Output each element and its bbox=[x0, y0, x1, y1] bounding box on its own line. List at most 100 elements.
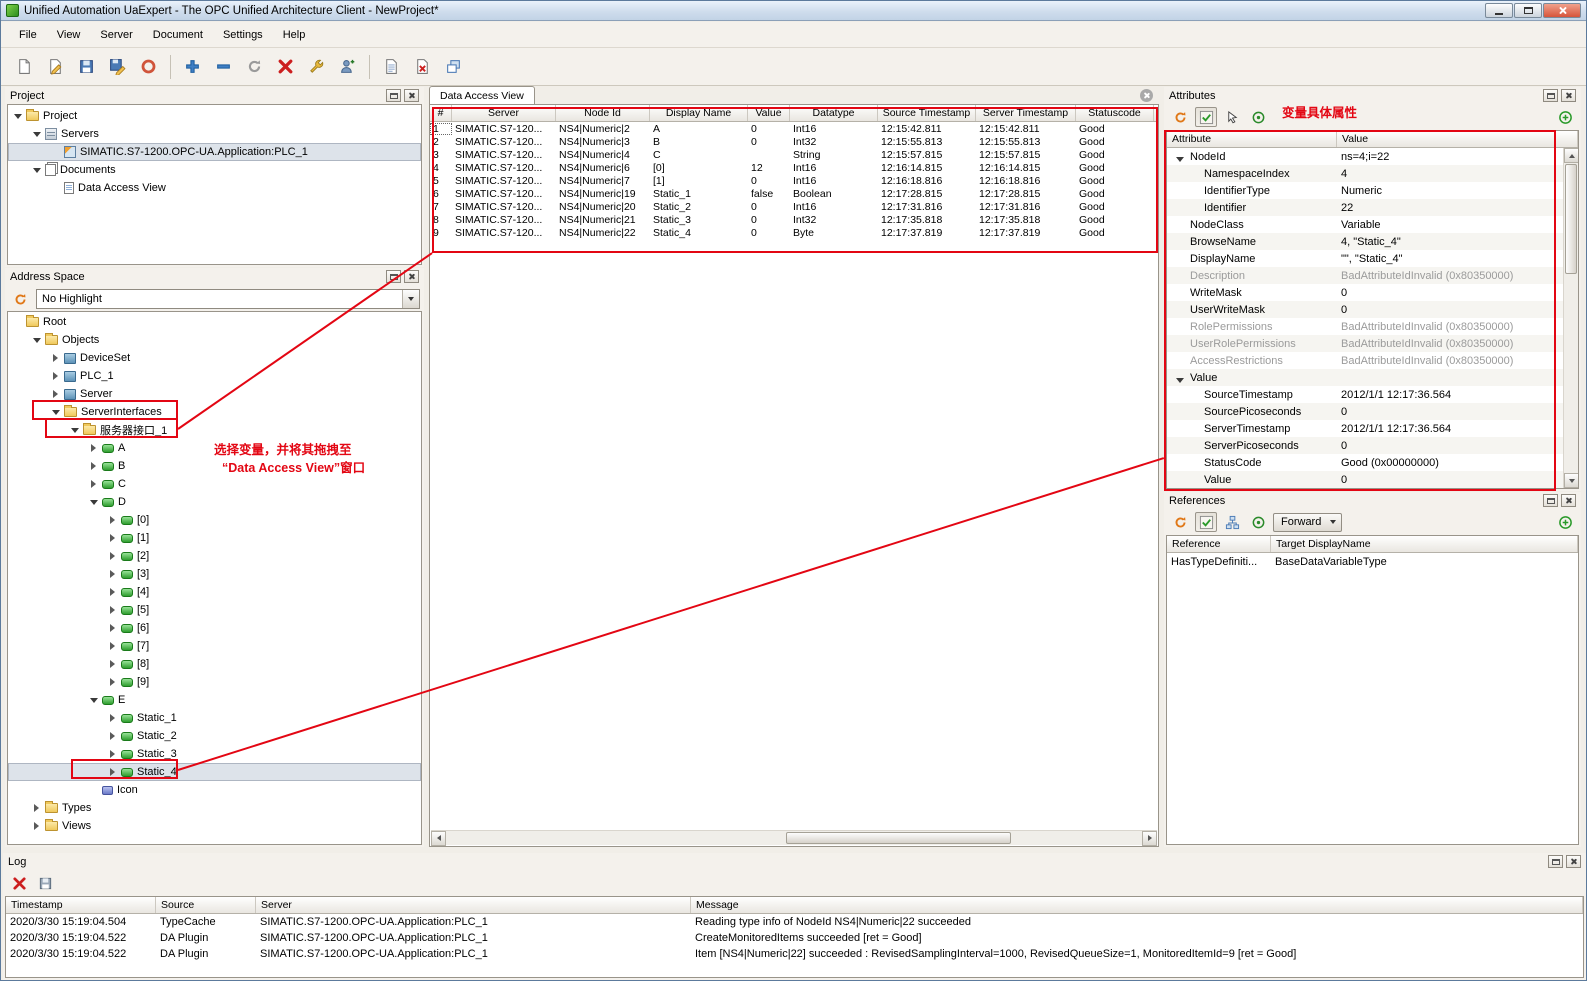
refresh-attributes-button[interactable] bbox=[1169, 107, 1191, 127]
title-bar[interactable]: Unified Automation UaExpert - The OPC Un… bbox=[1, 1, 1586, 21]
tree-item-views[interactable]: Views bbox=[8, 817, 421, 835]
dav-row-2[interactable]: 2 SIMATIC.S7-120... NS4|Numeric|3 B 0 Int32 12… bbox=[430, 135, 1158, 148]
tree-item-data-access-view[interactable]: Data Access View bbox=[8, 179, 421, 197]
close-panel-button[interactable] bbox=[404, 270, 419, 283]
column-header-num[interactable]: # bbox=[430, 105, 452, 121]
column-header-datatype[interactable]: Datatype bbox=[790, 105, 878, 121]
attribute-row-servertimestamp[interactable]: ServerTimestamp 2012/1/1 12:17:36.564 bbox=[1167, 420, 1563, 437]
tree-item-deviceset[interactable]: DeviceSet bbox=[8, 349, 421, 367]
column-header-source-timestamp[interactable]: Source Timestamp bbox=[878, 105, 976, 121]
tree-item-simatic-s7-1200-opc-ua-application-plc-1[interactable]: SIMATIC.S7-1200.OPC-UA.Application:PLC_1 bbox=[8, 143, 421, 161]
add-server-button[interactable] bbox=[177, 52, 208, 82]
maximize-button[interactable] bbox=[1514, 3, 1542, 18]
expand-expander-icon[interactable] bbox=[106, 622, 119, 635]
undock-panel-button[interactable] bbox=[386, 270, 401, 283]
expand-expander-icon[interactable] bbox=[106, 604, 119, 617]
menu-server[interactable]: Server bbox=[90, 25, 142, 45]
tree-item-3[interactable]: [3] bbox=[8, 565, 421, 583]
minimize-button[interactable] bbox=[1485, 3, 1513, 18]
disconnect-server-button[interactable] bbox=[270, 52, 301, 82]
attribute-row-writemask[interactable]: WriteMask 0 bbox=[1167, 284, 1563, 301]
attribute-row-namespaceindex[interactable]: NamespaceIndex 4 bbox=[1167, 165, 1563, 182]
expand-expander-icon[interactable] bbox=[106, 658, 119, 671]
save-log-button[interactable] bbox=[34, 873, 56, 893]
save-button[interactable] bbox=[71, 52, 102, 82]
auto-update-toggle[interactable] bbox=[1195, 107, 1217, 127]
tree-item-serverinterfaces[interactable]: ServerInterfaces bbox=[8, 403, 421, 421]
expand-expander-icon[interactable] bbox=[106, 532, 119, 545]
tree-item-static-2[interactable]: Static_2 bbox=[8, 727, 421, 745]
refresh-address-space-button[interactable] bbox=[9, 289, 31, 309]
scroll-down-button[interactable] bbox=[1564, 473, 1578, 488]
select-mode-button[interactable] bbox=[1221, 107, 1243, 127]
dav-row-7[interactable]: 7 SIMATIC.S7-120... NS4|Numeric|20 Static_2… bbox=[430, 200, 1158, 213]
attribute-row-value[interactable]: Value 0 bbox=[1167, 471, 1563, 488]
tree-item-plc-1[interactable]: PLC_1 bbox=[8, 367, 421, 385]
tree-item-documents[interactable]: Documents bbox=[8, 161, 421, 179]
change-user-button[interactable] bbox=[332, 52, 363, 82]
horizontal-scrollbar[interactable] bbox=[431, 830, 1157, 846]
attribute-row-description[interactable]: Description BadAttributeIdInvalid (0x8035… bbox=[1167, 267, 1563, 284]
expand-expander-icon[interactable] bbox=[87, 478, 100, 491]
attribute-row-userwritemask[interactable]: UserWriteMask 0 bbox=[1167, 301, 1563, 318]
log-row[interactable]: 2020/3/30 15:19:04.522 DA Plugin SIMATIC.S… bbox=[6, 946, 1583, 962]
attribute-row-value[interactable]: Value bbox=[1167, 369, 1563, 386]
attribute-row-identifier[interactable]: Identifier 22 bbox=[1167, 199, 1563, 216]
expand-expander-icon[interactable] bbox=[106, 550, 119, 563]
expand-expander-icon[interactable] bbox=[30, 820, 43, 833]
new-document-button[interactable] bbox=[9, 52, 40, 82]
open-document-button[interactable] bbox=[40, 52, 71, 82]
tree-item-c[interactable]: C bbox=[8, 475, 421, 493]
column-header-timestamp[interactable]: Timestamp bbox=[6, 897, 156, 913]
tree-item-4[interactable]: [4] bbox=[8, 583, 421, 601]
undock-panel-button[interactable] bbox=[1548, 855, 1563, 868]
column-header-displayname[interactable]: Display Name bbox=[650, 105, 748, 121]
dav-row-4[interactable]: 4 SIMATIC.S7-120... NS4|Numeric|6 [0] 12 Int1… bbox=[430, 161, 1158, 174]
expand-expander-icon[interactable] bbox=[49, 352, 62, 365]
undock-panel-button[interactable] bbox=[1543, 494, 1558, 507]
expand-expander-icon[interactable] bbox=[106, 514, 119, 527]
expand-expander-icon[interactable] bbox=[106, 568, 119, 581]
column-header-server[interactable]: Server bbox=[452, 105, 556, 121]
clear-log-button[interactable] bbox=[8, 873, 30, 893]
dav-row-6[interactable]: 6 SIMATIC.S7-120... NS4|Numeric|19 Static_1… bbox=[430, 187, 1158, 200]
reference-direction-select[interactable]: Forward bbox=[1273, 512, 1343, 532]
expand-expander-icon[interactable] bbox=[106, 748, 119, 761]
menu-settings[interactable]: Settings bbox=[213, 25, 273, 45]
expand-expander-icon[interactable] bbox=[106, 676, 119, 689]
tree-item-7[interactable]: [7] bbox=[8, 637, 421, 655]
server-properties-button[interactable] bbox=[301, 52, 332, 82]
expand-expander-icon[interactable] bbox=[106, 712, 119, 725]
collapse-expander-icon[interactable] bbox=[11, 110, 24, 123]
auto-update-toggle[interactable] bbox=[1195, 512, 1217, 532]
collapse-expander-icon[interactable] bbox=[30, 164, 43, 177]
column-header-nodeid[interactable]: Node Id bbox=[556, 105, 650, 121]
column-header-server[interactable]: Server bbox=[256, 897, 691, 913]
close-tab-button[interactable] bbox=[1140, 89, 1153, 102]
attribute-row-identifiertype[interactable]: IdentifierType Numeric bbox=[1167, 182, 1563, 199]
column-header-statuscode[interactable]: Statuscode bbox=[1076, 105, 1154, 121]
attribute-row-browsename[interactable]: BrowseName 4, "Static_4" bbox=[1167, 233, 1563, 250]
tree-item-static-1[interactable]: Static_1 bbox=[8, 709, 421, 727]
add-attribute-button[interactable] bbox=[1554, 107, 1576, 127]
tree-item-static-4[interactable]: Static_4 bbox=[8, 763, 421, 781]
tab-data-access-view[interactable]: Data Access View bbox=[429, 86, 535, 105]
attribute-row-serverpicoseconds[interactable]: ServerPicoseconds 0 bbox=[1167, 437, 1563, 454]
scrollbar-thumb[interactable] bbox=[1565, 164, 1577, 274]
tree-item-0[interactable]: [0] bbox=[8, 511, 421, 529]
hierarchy-view-button[interactable] bbox=[1221, 512, 1243, 532]
tree-item-e[interactable]: E bbox=[8, 691, 421, 709]
attribute-row-nodeclass[interactable]: NodeClass Variable bbox=[1167, 216, 1563, 233]
expand-expander-icon[interactable] bbox=[106, 730, 119, 743]
column-header-target-displayname[interactable]: Target DisplayName bbox=[1271, 536, 1578, 552]
collapse-expander-icon[interactable] bbox=[30, 128, 43, 141]
reconnect-server-button[interactable] bbox=[239, 52, 270, 82]
tree-item-objects[interactable]: Objects bbox=[8, 331, 421, 349]
close-panel-button[interactable] bbox=[404, 89, 419, 102]
dav-row-9[interactable]: 9 SIMATIC.S7-120... NS4|Numeric|22 Static_4… bbox=[430, 226, 1158, 239]
menu-document[interactable]: Document bbox=[143, 25, 213, 45]
column-header-message[interactable]: Message bbox=[691, 897, 1583, 913]
menu-view[interactable]: View bbox=[47, 25, 91, 45]
watch-target-button[interactable] bbox=[1247, 107, 1269, 127]
scroll-up-button[interactable] bbox=[1564, 148, 1578, 163]
